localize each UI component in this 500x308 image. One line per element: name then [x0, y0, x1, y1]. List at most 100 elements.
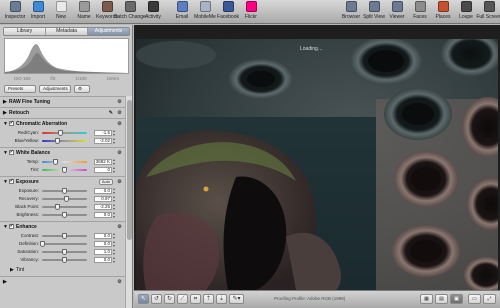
- slider-track[interactable]: [42, 243, 87, 245]
- slider-brightness: Brightness: 0.0 ▴ ▾: [3, 211, 123, 219]
- section-raw-fine-tuning[interactable]: ▶ RAW Fine Tuning ⚙: [3, 98, 123, 106]
- gear-dropdown[interactable]: ⚙: [74, 85, 90, 93]
- slider-track[interactable]: [42, 132, 87, 134]
- slider-contrast: Contrast: 0.0 ▴ ▾: [3, 232, 123, 240]
- slider-knob[interactable]: [62, 212, 67, 218]
- slider-value-field[interactable]: -2.02: [94, 138, 112, 144]
- slider-knob[interactable]: [62, 233, 67, 239]
- slider-label: Blue/Yellow:: [14, 138, 39, 143]
- slider-label: Brightness:: [16, 212, 39, 217]
- fullscreen-button[interactable]: ⤢: [483, 294, 496, 304]
- slider-value-field[interactable]: 0.0: [94, 212, 112, 218]
- section-levels[interactable]: ▶ ⚙: [3, 278, 123, 286]
- slider-blue-yellow: Blue/Yellow: -2.02 ▴ ▾: [3, 137, 123, 145]
- gear-icon[interactable]: ⚙: [116, 279, 123, 285]
- gear-icon[interactable]: ⚙: [116, 224, 123, 230]
- crop-icon: ⌗: [193, 296, 198, 302]
- slider-track[interactable]: [42, 140, 87, 142]
- tab-library[interactable]: Library: [4, 28, 46, 35]
- gear-icon[interactable]: ⚙: [116, 110, 123, 116]
- hud-button[interactable]: ▭: [468, 294, 481, 304]
- section-chromatic-aberration[interactable]: ▼Chromatic Aberration ⚙: [3, 119, 123, 128]
- view-viewer-button[interactable]: ▣: [450, 294, 463, 304]
- flickr-button[interactable]: Flickr: [237, 1, 265, 23]
- lift-tool[interactable]: ⇡: [203, 294, 214, 304]
- inspector-scrollbar[interactable]: [125, 96, 132, 308]
- slider-definition: Definition: 0.0 ▴ ▾: [3, 240, 123, 248]
- section-exposure[interactable]: ▼Exposure Auto ⚙: [3, 177, 123, 186]
- view-split-button[interactable]: ▤: [435, 294, 448, 304]
- gear-icon[interactable]: ⚙: [116, 179, 123, 185]
- tab-metadata[interactable]: Metadata: [46, 28, 88, 35]
- section-enhance[interactable]: ▼Enhance ⚙: [3, 222, 123, 231]
- slider-exposure: Exposure: 0.0 ▴ ▾: [3, 187, 123, 195]
- straighten-tool[interactable]: ⟋: [177, 294, 188, 304]
- slider-value-field[interactable]: 0.97: [94, 196, 112, 202]
- rotate-left-tool[interactable]: ↺: [151, 294, 162, 304]
- rotate-right-tool[interactable]: ↻: [164, 294, 175, 304]
- slider-value-field[interactable]: 0.0: [94, 188, 112, 194]
- section-tint[interactable]: ▶ Tint: [10, 266, 125, 274]
- scrollbar-thumb[interactable]: [127, 100, 132, 240]
- disclosure-right-icon[interactable]: ▶: [3, 278, 9, 286]
- slider-knob[interactable]: [57, 130, 63, 136]
- faces-icon: [414, 1, 426, 12]
- viewer-icon: [391, 1, 403, 12]
- slider-value-field[interactable]: -1.5: [94, 130, 112, 136]
- brush-icon[interactable]: ✎: [109, 110, 113, 116]
- slider-value-field[interactable]: 0.0: [94, 241, 112, 247]
- exposure-checkbox[interactable]: [9, 177, 14, 185]
- white-balance-checkbox[interactable]: [9, 148, 14, 156]
- brush-tool[interactable]: ✎▾: [229, 294, 244, 304]
- section-white-balance[interactable]: ▼White Balance ⚙: [3, 148, 123, 157]
- exif-iso: ISO 160: [13, 76, 31, 81]
- exposure-auto-button[interactable]: Auto: [99, 179, 113, 185]
- select-tool[interactable]: ↖: [138, 294, 149, 304]
- arrow-pointer-icon: ↖: [140, 296, 147, 302]
- slider-value-field[interactable]: 0.0: [94, 257, 112, 263]
- viewer-icon: ▣: [454, 296, 459, 302]
- enhance-checkbox[interactable]: [9, 222, 14, 230]
- slider-knob[interactable]: [53, 159, 58, 165]
- stamp-tool[interactable]: ⇣: [216, 294, 227, 304]
- slider-label: Saturation:: [17, 249, 39, 254]
- stepper-icon[interactable]: ▴ ▾: [113, 166, 115, 174]
- slider-knob[interactable]: [62, 257, 67, 263]
- slider-knob[interactable]: [64, 196, 70, 202]
- slider-track[interactable]: [42, 161, 87, 163]
- slider-value-field[interactable]: 0.0: [94, 233, 112, 239]
- slider-temp: Temp: 3682 K ▴ ▾: [3, 158, 123, 166]
- fullscreen-icon: ⤢: [487, 296, 492, 302]
- slider-knob[interactable]: [55, 204, 61, 210]
- crop-tool[interactable]: ⌗: [190, 294, 201, 304]
- full-screen-button[interactable]: Full Screen: [475, 1, 500, 23]
- adjustments-dropdown[interactable]: Adjustments: [39, 85, 71, 93]
- slider-knob[interactable]: [62, 188, 67, 194]
- slider-recovery: Recovery: 0.97 ▴ ▾: [3, 195, 123, 203]
- slider-knob[interactable]: [62, 167, 67, 173]
- stepper-icon[interactable]: ▴ ▾: [113, 211, 115, 219]
- tab-adjustments[interactable]: Adjustments: [88, 28, 129, 35]
- slider-label: Temp:: [26, 159, 39, 164]
- view-browser-button[interactable]: ▦: [420, 294, 433, 304]
- slider-track[interactable]: [42, 206, 87, 208]
- slider-knob[interactable]: [39, 241, 45, 247]
- chromatic-checkbox[interactable]: [9, 119, 14, 127]
- slider-red-cyan: Red/Cyan: -1.5 ▴ ▾: [3, 129, 123, 137]
- slider-knob[interactable]: [62, 249, 67, 255]
- import-icon: [32, 1, 44, 12]
- slider-value-field[interactable]: -2.25: [94, 204, 112, 210]
- section-retouch[interactable]: ▶ Retouch ✎ ⚙: [3, 109, 123, 117]
- gear-icon[interactable]: ⚙: [116, 99, 123, 105]
- slider-value-field[interactable]: 0: [94, 167, 112, 173]
- gear-icon[interactable]: ⚙: [116, 150, 123, 156]
- slider-value-field[interactable]: 3682 K: [94, 159, 112, 165]
- photo-viewer[interactable]: Loading…: [134, 25, 500, 290]
- stepper-icon[interactable]: ▴ ▾: [113, 256, 115, 264]
- presets-dropdown[interactable]: Presets: [4, 85, 36, 93]
- stepper-icon[interactable]: ▴ ▾: [113, 137, 115, 145]
- slider-knob[interactable]: [55, 138, 61, 144]
- slider-value-field[interactable]: 1.0: [94, 249, 112, 255]
- name-icon: [78, 1, 90, 12]
- gear-icon[interactable]: ⚙: [116, 121, 123, 127]
